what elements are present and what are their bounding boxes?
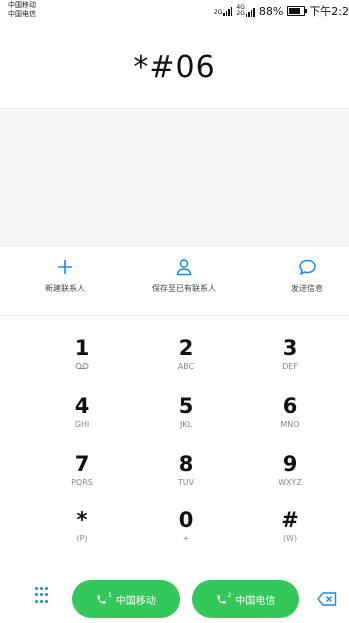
key-6[interactable]: 6 MNO bbox=[250, 394, 330, 430]
key-letters: + bbox=[182, 534, 190, 543]
new-contact-button[interactable]: 新建联系人 bbox=[15, 258, 115, 294]
key-letters: PQRS bbox=[71, 478, 93, 487]
clock: 下午2:2 bbox=[309, 5, 349, 18]
key-digit: # bbox=[281, 508, 299, 532]
status-bar: 中国移动 中国电信 2G 4G 2G 88% 下午2:2 bbox=[0, 0, 349, 22]
key-letters: (W) bbox=[282, 534, 298, 543]
key-digit: 6 bbox=[282, 394, 298, 418]
key-hash[interactable]: # (W) bbox=[250, 508, 330, 544]
key-digit: 5 bbox=[178, 394, 194, 418]
key-digit: 7 bbox=[74, 452, 90, 476]
signal-sim2: 4G 2G bbox=[236, 5, 255, 17]
key-7[interactable]: 7 PQRS bbox=[42, 452, 122, 488]
carrier-names: 中国移动 中国电信 bbox=[8, 1, 36, 19]
keypad-divider bbox=[0, 315, 349, 316]
send-message-button[interactable]: 发送信息 bbox=[257, 258, 349, 294]
key-3[interactable]: 3 DEF bbox=[250, 336, 330, 372]
net-type-1: 2G bbox=[213, 8, 223, 16]
key-letters: DEF bbox=[282, 362, 298, 371]
save-to-existing-contact-button[interactable]: 保存至已有联系人 bbox=[134, 258, 234, 294]
phone-icon bbox=[97, 594, 106, 604]
key-digit: 2 bbox=[178, 336, 194, 360]
carrier-2: 中国电信 bbox=[8, 10, 36, 18]
battery-percent: 88% bbox=[258, 4, 284, 18]
voicemail-icon bbox=[42, 362, 122, 373]
key-2[interactable]: 2 ABC bbox=[146, 336, 226, 372]
backspace-icon[interactable] bbox=[317, 591, 337, 610]
net-type-3: 2G bbox=[236, 10, 245, 17]
key-star[interactable]: * (P) bbox=[42, 508, 122, 544]
key-digit: 9 bbox=[282, 452, 298, 476]
signal-bars-icon bbox=[245, 8, 255, 17]
key-5[interactable]: 5 JKL bbox=[146, 394, 226, 430]
key-8[interactable]: 8 TUV bbox=[146, 452, 226, 488]
key-letters: ABC bbox=[177, 362, 195, 371]
signal-bars-icon bbox=[223, 6, 233, 16]
sim-number: 1 bbox=[108, 591, 112, 599]
carrier-1: 中国移动 bbox=[8, 1, 36, 9]
status-indicators: 2G 4G 2G 88% 下午2:2 bbox=[213, 4, 349, 19]
signal-sim1: 2G bbox=[213, 6, 233, 16]
key-letters: GHI bbox=[74, 420, 90, 429]
send-message-label: 发送信息 bbox=[291, 284, 323, 293]
key-letters: TUV bbox=[177, 478, 195, 487]
quick-actions: 新建联系人 保存至已有联系人 发送信息 bbox=[0, 258, 349, 308]
key-digit: * bbox=[76, 508, 88, 532]
dialpad-toggle-icon[interactable] bbox=[35, 587, 49, 605]
battery-icon bbox=[287, 6, 308, 16]
call-sim2-label: 中国电信 bbox=[235, 595, 276, 607]
add-icon bbox=[58, 260, 72, 274]
key-letters: WXYZ bbox=[278, 478, 302, 487]
key-letters: JKL bbox=[179, 420, 193, 429]
battery-fill bbox=[289, 8, 301, 14]
key-0[interactable]: 0 + bbox=[146, 508, 226, 544]
contact-match-area bbox=[0, 108, 349, 246]
sim-number: 2 bbox=[227, 591, 232, 599]
key-letters: MNO bbox=[280, 420, 300, 429]
key-digit: 3 bbox=[282, 336, 298, 360]
key-digit: 8 bbox=[178, 452, 194, 476]
save-to-existing-label: 保存至已有联系人 bbox=[152, 284, 216, 293]
call-sim1-label: 中国移动 bbox=[115, 595, 156, 607]
call-bar: 1 中国移动 2 中国电信 bbox=[0, 578, 349, 620]
key-digit: 0 bbox=[178, 508, 194, 532]
new-contact-label: 新建联系人 bbox=[45, 284, 85, 293]
key-letters: (P) bbox=[76, 534, 88, 543]
call-sim1-button[interactable]: 1 中国移动 bbox=[72, 580, 180, 618]
message-icon bbox=[298, 259, 316, 276]
person-icon bbox=[176, 259, 192, 276]
dialed-number[interactable]: *#06 bbox=[0, 50, 349, 85]
key-4[interactable]: 4 GHI bbox=[42, 394, 122, 430]
key-1[interactable]: 1 bbox=[42, 336, 122, 373]
key-9[interactable]: 9 WXYZ bbox=[250, 452, 330, 488]
key-digit: 4 bbox=[74, 394, 90, 418]
key-digit: 1 bbox=[74, 336, 90, 360]
call-sim2-button[interactable]: 2 中国电信 bbox=[192, 580, 299, 618]
phone-icon bbox=[216, 594, 226, 604]
